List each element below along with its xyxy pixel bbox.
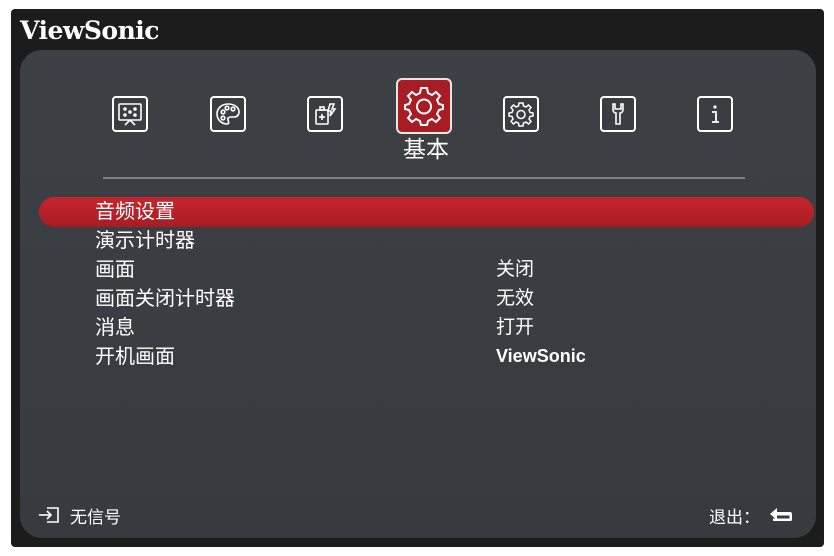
menu-item-presentation-timer[interactable]: 演示计时器 bbox=[20, 226, 816, 255]
palette-icon bbox=[216, 103, 240, 125]
tab-display[interactable] bbox=[112, 96, 148, 132]
menu-item-label: 画面关闭计时器 bbox=[95, 286, 235, 310]
menu-item-label: 消息 bbox=[95, 315, 135, 339]
signal-status: 无信号 bbox=[38, 502, 121, 528]
tab-image[interactable] bbox=[210, 96, 246, 132]
wrench-icon bbox=[612, 103, 624, 125]
tab-power[interactable] bbox=[307, 96, 343, 132]
tab-system[interactable] bbox=[600, 96, 636, 132]
return-arrow-icon bbox=[770, 508, 792, 521]
toolbar-divider bbox=[103, 177, 745, 179]
menu-item-value: ViewSonic bbox=[496, 346, 586, 366]
input-source-icon bbox=[39, 507, 59, 523]
exit-hint[interactable]: 退出： bbox=[709, 502, 794, 528]
menu-item-label: 音频设置 bbox=[95, 199, 175, 223]
tab-advanced[interactable] bbox=[503, 96, 539, 132]
menu-item-screen-off-timer[interactable]: 画面关闭计时器 无效 bbox=[20, 284, 816, 313]
tab-info[interactable] bbox=[697, 96, 733, 132]
signal-status-text: 无信号 bbox=[70, 507, 121, 528]
menu-item-startup-screen[interactable]: 开机画面 ViewSonic bbox=[20, 342, 816, 371]
power-management-icon bbox=[315, 103, 337, 125]
osd-window: ViewSonic 基本 音频设置 演示计时器 画面 关闭 画面关闭计时器 无效… bbox=[11, 9, 824, 547]
menu-item-audio-settings[interactable]: 音频设置 bbox=[20, 197, 816, 226]
info-icon bbox=[712, 105, 719, 123]
exit-label: 退出： bbox=[709, 507, 760, 528]
gear-icon bbox=[404, 87, 444, 126]
menu-item-label: 画面 bbox=[95, 257, 135, 281]
menu-item-screen[interactable]: 画面 关闭 bbox=[20, 255, 816, 284]
menu-item-value: 关闭 bbox=[496, 258, 535, 280]
advanced-gear-icon bbox=[508, 102, 534, 127]
menu-item-value: 打开 bbox=[496, 316, 535, 338]
tab-basic-label: 基本 bbox=[403, 137, 449, 163]
menu-item-value: 无效 bbox=[496, 287, 535, 309]
display-icon bbox=[118, 103, 142, 126]
tab-basic[interactable] bbox=[396, 78, 452, 134]
menu-item-message[interactable]: 消息 打开 bbox=[20, 313, 816, 342]
menu-panel: 基本 音频设置 演示计时器 画面 关闭 画面关闭计时器 无效 消息 打开 开机画… bbox=[20, 50, 816, 538]
menu-item-label: 演示计时器 bbox=[95, 228, 195, 252]
menu-item-label: 开机画面 bbox=[95, 344, 175, 368]
brand-logo: ViewSonic bbox=[20, 16, 160, 45]
